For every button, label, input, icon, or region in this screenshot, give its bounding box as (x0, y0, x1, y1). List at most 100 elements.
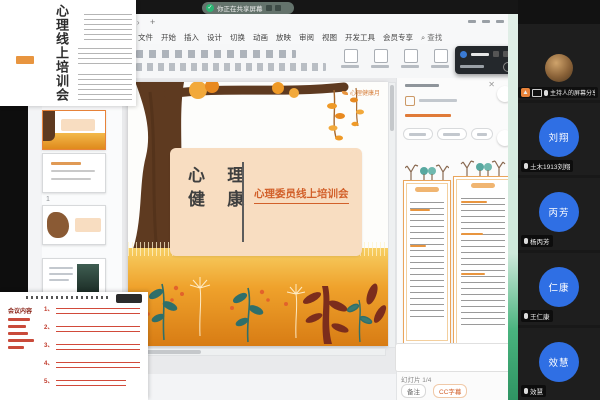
slide-thumbnail-2[interactable] (42, 153, 106, 193)
participant-1-avatar: 刘翔 (539, 117, 579, 157)
wps-right-pane: ✕ (396, 78, 521, 400)
doc-orange-badge (16, 56, 34, 64)
leaf-icon (342, 91, 348, 95)
ribbon-wordart-button[interactable] (374, 49, 388, 63)
share-pause-button[interactable] (266, 5, 272, 11)
slide-subtitle: 心理委员线上培训会 (254, 186, 349, 204)
slide-thumbnail-3[interactable] (42, 205, 106, 245)
doc2-item-1-num: 1、 (44, 304, 53, 313)
participant-2-label: 杨丙芳 (530, 236, 550, 246)
participant-1-chip: 土木1913刘翔 (521, 160, 573, 172)
menu-transition[interactable]: 切换 (226, 32, 249, 43)
share-tile-chip: ▲ 主持人的屏幕分享 (518, 87, 598, 98)
menu-animation[interactable]: 动画 (249, 32, 272, 43)
doc2-item-4-text (56, 358, 140, 368)
monitor-icon (532, 89, 542, 97)
content-card-2[interactable] (453, 176, 513, 348)
menu-insert[interactable]: 插入 (180, 32, 203, 43)
menu-view[interactable]: 视图 (318, 32, 341, 43)
doc2-item-1-text (56, 304, 140, 314)
menu-devtools[interactable]: 开发工具 (341, 32, 379, 43)
slide-title-card[interactable]: 心 理健 康 心理委员线上培训会 (170, 148, 362, 256)
share-check-icon: ✓ (206, 4, 214, 12)
speaker-tile[interactable]: ▲ 主持人的屏幕分享 (518, 24, 600, 100)
close-button[interactable] (496, 20, 504, 23)
menu-member[interactable]: 会员专享 (379, 32, 417, 43)
minimize-button[interactable] (468, 20, 476, 23)
share-tile-label: 主持人的屏幕分享 (550, 88, 595, 97)
doc-paragraph-2 (78, 48, 132, 64)
participant-3-chip: 王仁康 (521, 310, 553, 322)
participant-tile-4[interactable]: 效慧 效慧 (518, 328, 600, 400)
pane-pill-1[interactable] (403, 128, 433, 140)
participant-tile-2[interactable]: 丙芳 杨丙芳 (518, 178, 600, 250)
maximize-button[interactable] (482, 20, 490, 23)
pane-pill-2[interactable] (437, 128, 467, 140)
pane-pill-3[interactable] (471, 128, 493, 140)
doc-vertical-title: 心理线上培训会 (52, 4, 71, 102)
participant-2-chip: 杨丙芳 (521, 235, 553, 247)
participant-tile-3[interactable]: 仁康 王仁康 (518, 253, 600, 325)
doc2-item-5-text (56, 376, 126, 386)
share-stop-button[interactable] (275, 5, 281, 11)
meeting-panel: 正在讲话 ▲ 主持人的屏幕分享 刘翔 土木1913刘翔 丙芳 (518, 0, 600, 400)
share-badge-icon: ▲ (521, 88, 530, 97)
content-card-1[interactable] (403, 180, 451, 344)
mic-icon (524, 313, 528, 319)
card-1-title-pill (415, 187, 439, 192)
word-doc-bottom[interactable]: 会议内容 1、 2、 3、 4、 5、 (0, 292, 148, 400)
screen-share-indicator[interactable]: ✓ 你正在共享屏幕 (202, 2, 294, 14)
ribbon-icons-row1[interactable] (136, 50, 296, 58)
ribbon-media-button[interactable] (404, 49, 418, 63)
wheat-field-illustration (128, 248, 388, 346)
canvas-vertical-scrollbar[interactable] (388, 82, 396, 348)
title-divider (242, 162, 244, 242)
ribbon-icons-row2[interactable] (136, 63, 326, 71)
participant-tile-1[interactable]: 刘翔 土木1913刘翔 (518, 103, 600, 175)
pane-link-placeholder[interactable] (405, 114, 451, 117)
menu-review[interactable]: 审阅 (295, 32, 318, 43)
doc-paragraph-1 (84, 12, 132, 40)
cc-subtitle-button[interactable]: CC字幕 (433, 384, 467, 398)
canvas-horizontal-scrollbar[interactable] (128, 348, 386, 356)
menu-file[interactable]: 文件 (134, 32, 157, 43)
new-tab-button[interactable]: + (150, 17, 155, 27)
search-command[interactable]: ⌕ 查找 (417, 32, 446, 43)
slide-corner-text: 心理健康月 (342, 88, 380, 97)
pane-title-placeholder (405, 84, 439, 87)
participant-1-label: 土木1913刘翔 (530, 161, 570, 171)
participant-4-label: 效慧 (530, 386, 543, 396)
speaker-notes-box[interactable] (395, 343, 513, 372)
word-doc-top[interactable]: 心理线上培训会 (0, 0, 136, 106)
menu-design[interactable]: 设计 (203, 32, 226, 43)
ribbon-tools-button[interactable] (434, 49, 448, 63)
screenshot-root: ✓ 你正在共享屏幕 ‹ › + 文件 开始 插入 设计 切换 动画 放映 审阅 … (0, 0, 600, 400)
share-status-text: 你正在共享屏幕 (217, 3, 263, 13)
doc2-item-2-text (56, 322, 140, 332)
ime-logo-icon (460, 51, 467, 58)
mic-icon (524, 388, 528, 394)
doc2-dark-chip[interactable] (116, 294, 142, 303)
ribbon-textbox-button[interactable] (344, 49, 358, 63)
mic-icon (524, 238, 528, 244)
slide-thumbnail-1[interactable] (42, 110, 106, 150)
deer-icon-2 (455, 158, 511, 176)
mic-icon (524, 163, 528, 169)
menu-home[interactable]: 开始 (157, 32, 180, 43)
deer-icon (405, 162, 449, 180)
current-slide[interactable]: 心 理健 康 心理委员线上培训会 心理健康月 (128, 82, 388, 346)
doc-paragraph-3 (78, 70, 132, 100)
slide-indicator: 幻灯片 1/4 (401, 374, 431, 384)
ime-button-1[interactable] (493, 51, 499, 57)
pen-icon (405, 96, 415, 106)
doc2-item-4-num: 4、 (44, 358, 53, 367)
desktop-edge-sliver (508, 14, 518, 400)
pane-close-icon[interactable]: ✕ (488, 80, 495, 89)
participant-3-avatar: 仁康 (539, 267, 579, 307)
notes-toggle-button[interactable]: 备注 (401, 384, 426, 398)
menu-slideshow[interactable]: 放映 (272, 32, 295, 43)
card-2-text-placeholder (461, 193, 505, 325)
card-1-text-placeholder (410, 197, 444, 317)
doc2-item-3-text (56, 340, 140, 350)
search-label: 查找 (427, 33, 442, 42)
